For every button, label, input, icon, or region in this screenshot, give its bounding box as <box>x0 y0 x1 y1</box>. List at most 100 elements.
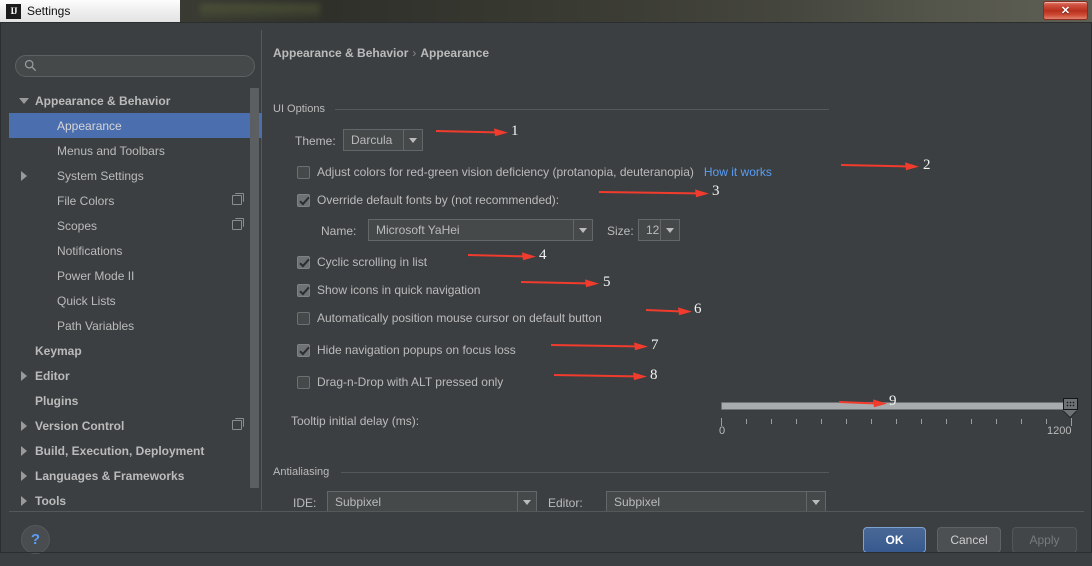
checkbox-row-colorblind[interactable]: Adjust colors for red-green vision defic… <box>297 165 772 179</box>
checkbox-row-quick-navigation-icons[interactable]: Show icons in quick navigation <box>297 283 480 297</box>
settings-window: IJ Settings ✕ Appearance & Behavior Appea… <box>0 0 1092 566</box>
chevron-down-icon[interactable] <box>573 220 592 240</box>
sidebar-item-build-execution-deployment[interactable]: Build, Execution, Deployment <box>9 438 262 463</box>
annotation-arrow-2 <box>841 162 919 171</box>
annotation-number-3: 3 <box>712 183 720 199</box>
tooltip-delay-slider[interactable]: 0 1200 <box>719 398 1078 440</box>
sidebar-item-label: Menus and Toolbars <box>57 143 165 158</box>
sidebar-item-label: Build, Execution, Deployment <box>35 443 205 458</box>
sidebar-item-label: Languages & Frameworks <box>35 468 185 483</box>
copy-settings-icon[interactable] <box>232 193 244 205</box>
checkbox-drag-alt[interactable] <box>297 375 310 389</box>
sidebar-item-quick-lists[interactable]: Quick Lists <box>9 288 262 313</box>
chevron-right-icon[interactable] <box>21 370 27 381</box>
annotation-number-1: 1 <box>511 123 519 139</box>
checkbox-row-drag-alt[interactable]: Drag-n-Drop with ALT pressed only <box>297 375 503 389</box>
sidebar-item-label: Editor <box>35 368 70 383</box>
sidebar-item-label: System Settings <box>57 168 144 183</box>
sidebar-item-version-control[interactable]: Version Control <box>9 413 262 438</box>
checkbox-cyclic-scrolling[interactable] <box>297 255 310 269</box>
editor-antialiasing-combobox[interactable]: Subpixel <box>606 491 826 513</box>
chevron-down-icon[interactable] <box>517 492 536 512</box>
window-body: Appearance & Behavior Appearance Menus and… <box>0 22 1092 566</box>
sidebar-item-appearance[interactable]: Appearance <box>9 113 262 138</box>
cancel-button[interactable]: Cancel <box>937 527 1001 553</box>
slider-thumb[interactable] <box>1063 398 1078 418</box>
annotation-arrow-4 <box>468 252 536 261</box>
annotation-arrow-9 <box>839 399 887 408</box>
annotation-number-4: 4 <box>539 247 547 263</box>
checkbox-quick-navigation-icons[interactable] <box>297 283 310 297</box>
copy-settings-icon[interactable] <box>232 418 244 430</box>
font-size-value: 12 <box>646 223 660 237</box>
breadcrumb-root[interactable]: Appearance & Behavior <box>273 46 408 60</box>
ui-options-group-title: UI Options <box>273 103 332 115</box>
annotation-arrow-1 <box>436 128 508 137</box>
search-input[interactable] <box>15 55 255 77</box>
ide-antialiasing-combobox[interactable]: Subpixel <box>327 491 537 513</box>
sidebar-item-label: Appearance & Behavior <box>35 93 171 108</box>
sidebar-item-label: Version Control <box>35 418 125 433</box>
sidebar-item-menus-and-toolbars[interactable]: Menus and Toolbars <box>9 138 262 163</box>
theme-combobox-value: Darcula <box>351 133 393 147</box>
checkbox-row-override-fonts[interactable]: Override default fonts by (not recommend… <box>297 193 559 207</box>
help-button[interactable]: ? <box>21 525 50 554</box>
checkbox-drag-alt-label: Drag-n-Drop with ALT pressed only <box>317 375 504 389</box>
search-box[interactable] <box>15 55 255 77</box>
chevron-down-icon[interactable] <box>403 130 422 150</box>
annotation-arrow-5 <box>521 279 599 288</box>
close-icon[interactable]: ✕ <box>1043 1 1088 20</box>
sidebar-item-tools[interactable]: Tools <box>9 488 262 508</box>
checkbox-row-cyclic-scrolling[interactable]: Cyclic scrolling in list <box>297 255 427 269</box>
chevron-right-icon[interactable] <box>21 470 27 481</box>
slider-tick <box>921 419 922 424</box>
theme-combobox[interactable]: Darcula <box>343 129 423 151</box>
editor-antialiasing-label: Editor: <box>548 496 583 510</box>
sidebar-item-editor[interactable]: Editor <box>9 363 262 388</box>
sidebar-item-path-variables[interactable]: Path Variables <box>9 313 262 338</box>
sidebar-item-appearance-behavior[interactable]: Appearance & Behavior <box>9 88 262 113</box>
sidebar-item-system-settings[interactable]: System Settings <box>9 163 262 188</box>
sidebar-item-notifications[interactable]: Notifications <box>9 238 262 263</box>
chevron-down-icon[interactable] <box>806 492 825 512</box>
checkbox-row-hide-popups[interactable]: Hide navigation popups on focus loss <box>297 343 516 357</box>
sidebar-item-keymap[interactable]: Keymap <box>9 338 262 363</box>
sidebar-scrollbar-thumb[interactable] <box>250 88 259 488</box>
tooltip-delay-label: Tooltip initial delay (ms): <box>291 414 420 428</box>
checkbox-row-auto-cursor[interactable]: Automatically position mouse cursor on d… <box>297 311 602 325</box>
chevron-right-icon[interactable] <box>21 170 27 181</box>
slider-tick <box>846 419 847 424</box>
sidebar-item-power-mode-ii[interactable]: Power Mode II <box>9 263 262 288</box>
sidebar-item-file-colors[interactable]: File Colors <box>9 188 262 213</box>
annotation-arrow-7 <box>551 342 648 351</box>
chevron-right-icon[interactable] <box>21 420 27 431</box>
sidebar-item-scopes[interactable]: Scopes <box>9 213 262 238</box>
chevron-right-icon[interactable] <box>21 495 27 506</box>
annotation-arrow-3 <box>599 189 709 198</box>
checkbox-hide-popups[interactable] <box>297 343 310 357</box>
ok-button[interactable]: OK <box>863 527 926 553</box>
sidebar-item-label: Power Mode II <box>57 268 135 283</box>
sidebar-item-languages-frameworks[interactable]: Languages & Frameworks <box>9 463 262 488</box>
checkbox-quick-navigation-icons-label: Show icons in quick navigation <box>317 283 481 297</box>
chevron-right-icon[interactable] <box>21 445 27 456</box>
checkbox-override-fonts[interactable] <box>297 193 310 207</box>
font-size-combobox[interactable]: 12 <box>638 219 680 241</box>
font-size-label: Size: <box>607 224 634 238</box>
sidebar-item-plugins[interactable]: Plugins <box>9 388 262 413</box>
chevron-down-icon[interactable] <box>19 97 29 104</box>
checkbox-auto-cursor[interactable] <box>297 311 310 325</box>
slider-tick <box>971 419 972 424</box>
window-title: Settings <box>27 4 71 18</box>
intellij-logo-icon: IJ <box>6 3 21 19</box>
copy-settings-icon[interactable] <box>232 218 244 230</box>
how-it-works-link[interactable]: How it works <box>704 165 772 179</box>
editor-antialiasing-value: Subpixel <box>614 495 661 509</box>
apply-button: Apply <box>1012 527 1077 553</box>
slider-tick <box>771 419 772 424</box>
chevron-down-icon[interactable] <box>660 220 679 240</box>
font-name-combobox[interactable]: Microsoft YaHei <box>368 219 593 241</box>
theme-label: Theme: <box>295 134 336 148</box>
slider-ticks <box>721 418 1073 426</box>
checkbox-colorblind[interactable] <box>297 165 310 179</box>
